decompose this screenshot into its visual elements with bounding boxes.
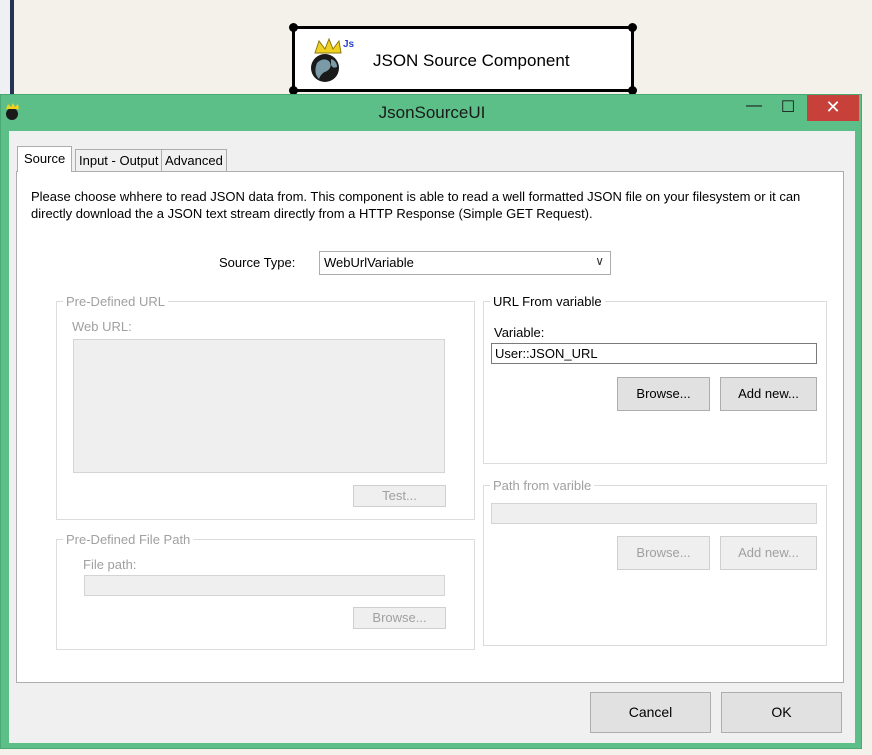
tab-source[interactable]: Source [17,146,73,172]
predefined-file-group: Pre-Defined File Path File path: Browse.… [56,532,475,650]
json-source-component-node[interactable]: Js JSON Source Component [289,23,637,95]
intro-text: Please choose whhere to read JSON data f… [31,189,801,221]
dialog-footer: Cancel OK [9,683,855,743]
file-browse-button[interactable]: Browse... [353,607,446,629]
cancel-button[interactable]: Cancel [590,692,711,733]
dialog-client-area: Source Input - Output Advanced Please ch… [9,131,855,743]
canvas-left-edge [0,0,14,100]
source-tab-panel: Please choose whhere to read JSON data f… [16,171,844,683]
json-source-dialog: JsonSourceUI — ☐ ✕ Source Input - Output… [0,94,862,749]
title-bar[interactable]: JsonSourceUI — ☐ ✕ [1,95,863,131]
resize-handle-tl[interactable] [289,23,298,32]
web-url-label: Web URL: [72,319,132,334]
component-title: JSON Source Component [373,51,570,70]
url-from-variable-legend: URL From variable [493,294,602,309]
minimize-button[interactable]: — [737,97,771,123]
chevron-down-icon: ∨ [595,254,604,268]
variable-field[interactable]: User::JSON_URL [491,343,817,364]
maximize-button[interactable]: ☐ [771,97,805,123]
file-path-label: File path: [83,557,137,572]
path-from-variable-group: Path from varible Browse... Add new... [483,478,827,646]
svg-text:Js: Js [343,39,355,50]
variable-browse-button[interactable]: Browse... [617,377,710,411]
variable-add-new-button[interactable]: Add new... [720,377,817,411]
predefined-file-legend: Pre-Defined File Path [66,532,191,547]
resize-handle-tr[interactable] [628,23,637,32]
close-button[interactable]: ✕ [807,95,859,121]
path-add-new-button[interactable]: Add new... [720,536,817,570]
web-url-textarea[interactable] [73,339,445,473]
source-type-value: WebUrlVariable [324,255,414,270]
path-from-variable-legend: Path from varible [493,478,592,493]
tab-input-output[interactable]: Input - Output [75,149,163,171]
url-from-variable-group: URL From variable Variable: User::JSON_U… [483,294,827,464]
ok-button[interactable]: OK [721,692,842,733]
source-type-select[interactable]: WebUrlVariable ∨ [319,251,611,275]
source-type-label: Source Type: [219,255,296,270]
path-variable-field[interactable] [491,503,817,524]
file-path-field[interactable] [84,575,445,596]
json-globe-crown-icon: Js [311,37,355,82]
predefined-url-legend: Pre-Defined URL [66,294,165,309]
window-title: JsonSourceUI [378,103,486,122]
tab-advanced[interactable]: Advanced [161,149,227,171]
predefined-url-group: Pre-Defined URL Web URL: Test... [56,294,475,520]
test-button[interactable]: Test... [353,485,446,507]
path-browse-button[interactable]: Browse... [617,536,710,570]
variable-label: Variable: [494,325,545,340]
